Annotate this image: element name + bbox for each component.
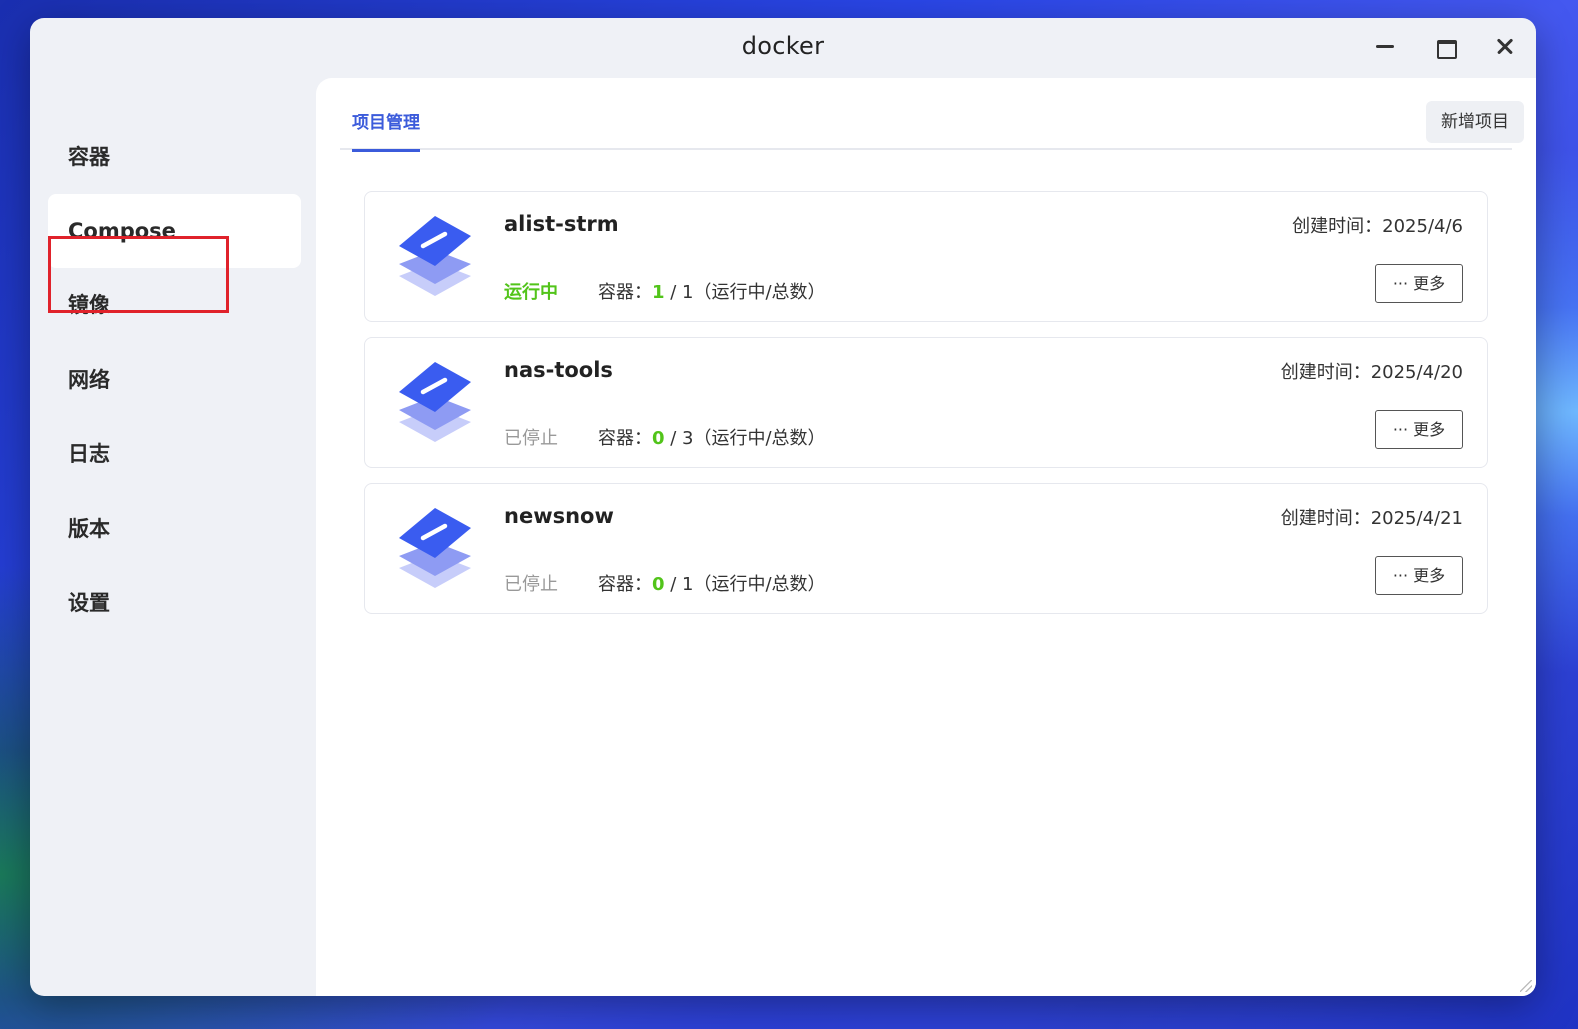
- total-count-text: / 1（运行中/总数）: [664, 282, 826, 303]
- window-title: docker: [741, 32, 825, 60]
- more-button[interactable]: ··· 更多: [1375, 264, 1463, 303]
- project-created-time: 创建时间：2025/4/20: [1280, 362, 1463, 383]
- project-name[interactable]: alist-strm: [504, 212, 619, 236]
- more-button[interactable]: ··· 更多: [1375, 410, 1463, 449]
- container-count-label: 容器：: [598, 428, 652, 449]
- project-card[interactable]: alist-strm 创建时间：2025/4/6 运行中 容器：1 / 1（运行…: [364, 191, 1488, 322]
- container-count: 容器：0 / 3（运行中/总数）: [598, 424, 826, 450]
- compose-stack-icon: [399, 216, 471, 296]
- project-card[interactable]: nas-tools 创建时间：2025/4/20 已停止 容器：0 / 3（运行…: [364, 337, 1488, 468]
- maximize-icon[interactable]: [1430, 32, 1460, 62]
- container-count: 容器：0 / 1（运行中/总数）: [598, 570, 826, 596]
- tab-bar: 项目管理 新增项目: [340, 78, 1524, 152]
- project-status: 运行中: [504, 282, 558, 303]
- compose-stack-icon: [399, 508, 471, 588]
- running-count: 0: [652, 428, 665, 449]
- project-created-time: 创建时间：2025/4/6: [1292, 216, 1463, 237]
- project-created-time: 创建时间：2025/4/21: [1280, 508, 1463, 529]
- sidebar-item-images[interactable]: 镜像: [48, 268, 301, 342]
- container-count-label: 容器：: [598, 282, 652, 303]
- sidebar-item-version[interactable]: 版本: [48, 492, 301, 566]
- project-name[interactable]: newsnow: [504, 504, 614, 528]
- minimize-icon[interactable]: [1370, 32, 1400, 62]
- container-count: 容器：1 / 1（运行中/总数）: [598, 278, 826, 304]
- project-card[interactable]: newsnow 创建时间：2025/4/21 已停止 容器：0 / 1（运行中/…: [364, 483, 1488, 614]
- close-icon[interactable]: [1490, 32, 1520, 62]
- new-project-button[interactable]: 新增项目: [1426, 101, 1524, 143]
- tab-project-management[interactable]: 项目管理: [352, 108, 420, 152]
- title-bar[interactable]: docker: [30, 18, 1536, 78]
- resize-grip[interactable]: [1520, 980, 1532, 992]
- docker-window: docker 容器 Compose 镜像 网络 日志 版本 设置 项目管理 新增…: [30, 18, 1536, 996]
- project-status: 已停止: [504, 428, 558, 449]
- project-name[interactable]: nas-tools: [504, 358, 613, 382]
- sidebar-item-compose[interactable]: Compose: [48, 194, 301, 268]
- container-count-label: 容器：: [598, 574, 652, 595]
- sidebar-item-logs[interactable]: 日志: [48, 417, 301, 491]
- project-status: 已停止: [504, 574, 558, 595]
- compose-stack-icon: [399, 362, 471, 442]
- total-count-text: / 3（运行中/总数）: [664, 428, 826, 449]
- more-button[interactable]: ··· 更多: [1375, 556, 1463, 595]
- sidebar: 容器 Compose 镜像 网络 日志 版本 设置: [30, 78, 316, 996]
- sidebar-item-containers[interactable]: 容器: [48, 120, 301, 194]
- main-panel: 项目管理 新增项目 alist-strm 创建时间：2025/4/6 运行中 容…: [316, 78, 1536, 996]
- running-count: 0: [652, 574, 665, 595]
- sidebar-item-settings[interactable]: 设置: [48, 566, 301, 640]
- sidebar-item-network[interactable]: 网络: [48, 343, 301, 417]
- total-count-text: / 1（运行中/总数）: [664, 574, 826, 595]
- running-count: 1: [652, 282, 665, 303]
